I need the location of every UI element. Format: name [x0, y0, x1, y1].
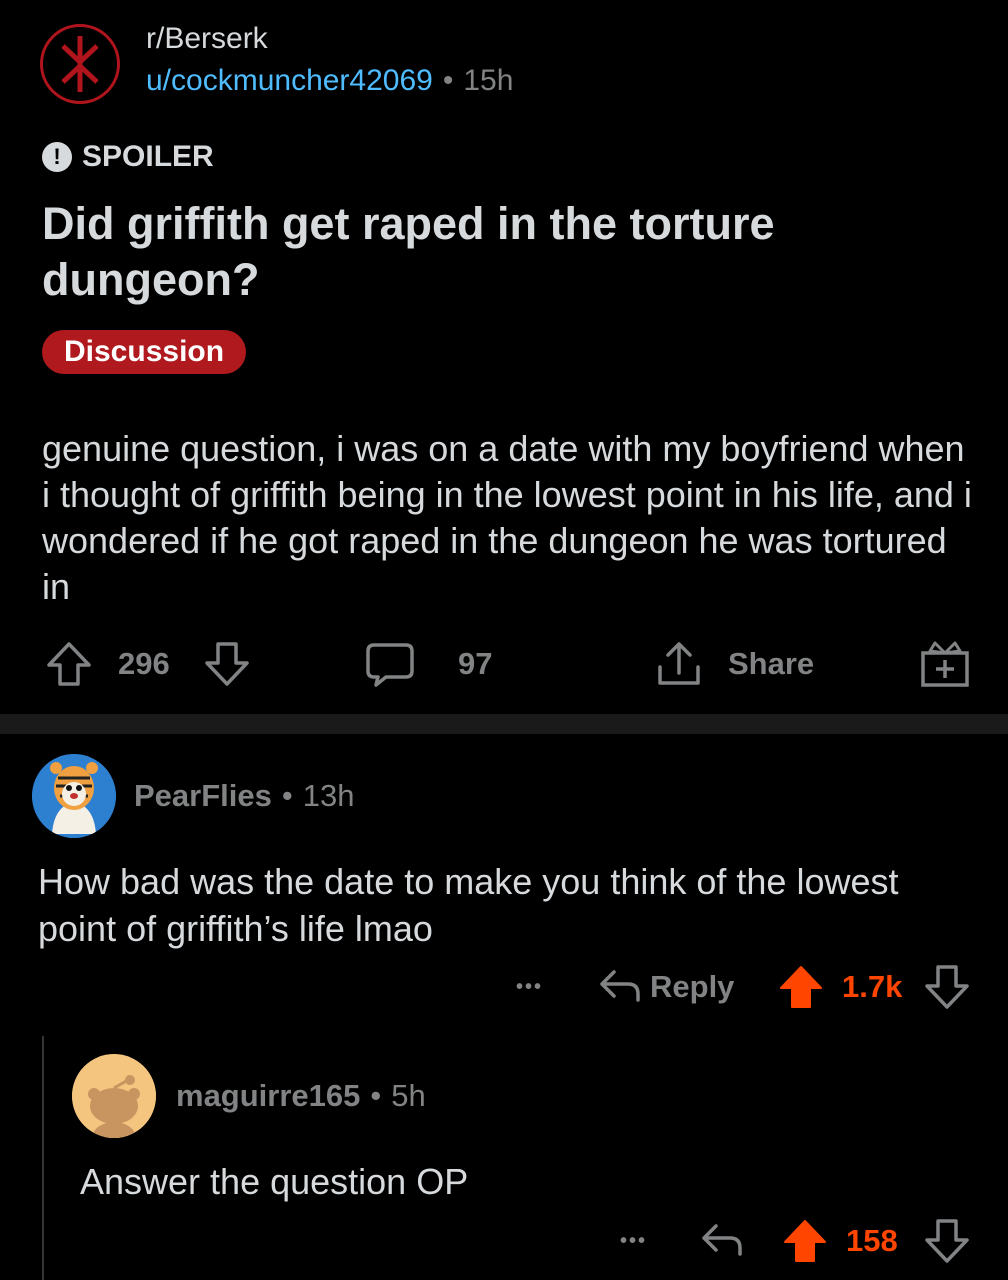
- comment-meta: PearFlies • 13h: [134, 778, 354, 814]
- avatar[interactable]: [72, 1054, 156, 1138]
- tiger-avatar-icon: [32, 754, 116, 838]
- comment-text: How bad was the date to make you think o…: [38, 861, 899, 949]
- upvote-button[interactable]: [778, 964, 824, 1018]
- reply-icon[interactable]: [598, 964, 642, 1016]
- comment-score: 158: [846, 1223, 898, 1258]
- arrow-down-icon: [205, 642, 249, 686]
- more-options-button[interactable]: •••: [620, 1230, 647, 1253]
- comments-button[interactable]: [364, 634, 416, 694]
- share-button[interactable]: [654, 634, 704, 694]
- post-actions: 296 97 Share: [0, 634, 1008, 694]
- arrow-down-icon: [925, 965, 969, 1009]
- share-label[interactable]: Share: [728, 634, 814, 694]
- comment-username[interactable]: maguirre165: [176, 1078, 360, 1113]
- exclamation-icon: !: [42, 142, 72, 172]
- post-body: genuine question, i was on a date with m…: [42, 428, 972, 607]
- post-score: 296: [118, 646, 170, 681]
- gift-icon: [921, 641, 969, 687]
- post: r/Berserk u/cockmuncher42069 • 15h ! SPOIL…: [0, 0, 1008, 714]
- comment-age: 5h: [391, 1078, 426, 1113]
- upvote-button[interactable]: [44, 634, 94, 694]
- comment-score: 1.7k: [842, 969, 903, 1004]
- post-flair[interactable]: Discussion: [42, 330, 247, 374]
- brand-of-sacrifice-icon: [61, 36, 99, 92]
- comment-meta: maguirre165 • 5h: [176, 1078, 426, 1114]
- downvote-button[interactable]: [202, 634, 252, 694]
- separator: •: [370, 1078, 382, 1113]
- downvote-button[interactable]: [924, 1218, 970, 1272]
- separator: •: [281, 778, 293, 813]
- post-age: 15h: [463, 64, 514, 97]
- subreddit-name[interactable]: r/Berserk: [146, 22, 268, 56]
- comment: PearFlies • 13h How bad was the date to ma…: [0, 734, 1008, 1034]
- post-author[interactable]: u/cockmuncher42069: [146, 64, 433, 97]
- comment-username[interactable]: PearFlies: [134, 778, 272, 813]
- comment-actions: ••• Reply 1.7k: [0, 962, 1008, 1012]
- speech-bubble-icon: [366, 643, 414, 687]
- arrow-up-icon: [784, 1220, 826, 1262]
- avatar[interactable]: [32, 754, 116, 838]
- snoo-avatar-icon: [72, 1054, 156, 1138]
- comment-age: 13h: [302, 778, 355, 813]
- comment-actions: ••• 158: [0, 1216, 1008, 1266]
- comment-text: Answer the question OP: [80, 1161, 469, 1202]
- subreddit-avatar[interactable]: [40, 24, 120, 104]
- share-icon: [658, 642, 700, 685]
- spoiler-tag: ! SPOILER: [42, 140, 214, 174]
- comment-reply: maguirre165 • 5h Answer the question OP ••…: [0, 1034, 1008, 1280]
- arrow-up-icon: [780, 966, 822, 1008]
- arrow-down-icon: [925, 1219, 969, 1263]
- more-options-button[interactable]: •••: [516, 976, 543, 999]
- arrow-up-icon: [47, 642, 91, 686]
- post-title: Did griffith get raped in the torture du…: [42, 198, 775, 305]
- upvote-button[interactable]: [782, 1218, 828, 1272]
- reply-icon[interactable]: [700, 1218, 744, 1270]
- section-divider: [0, 714, 1008, 734]
- post-author-line: u/cockmuncher42069 • 15h: [146, 64, 513, 98]
- reply-button[interactable]: Reply: [650, 969, 734, 1005]
- downvote-button[interactable]: [924, 964, 970, 1018]
- award-button[interactable]: [918, 634, 972, 694]
- spoiler-label: SPOILER: [82, 140, 214, 173]
- separator: •: [442, 64, 454, 97]
- comment-count: 97: [458, 646, 493, 681]
